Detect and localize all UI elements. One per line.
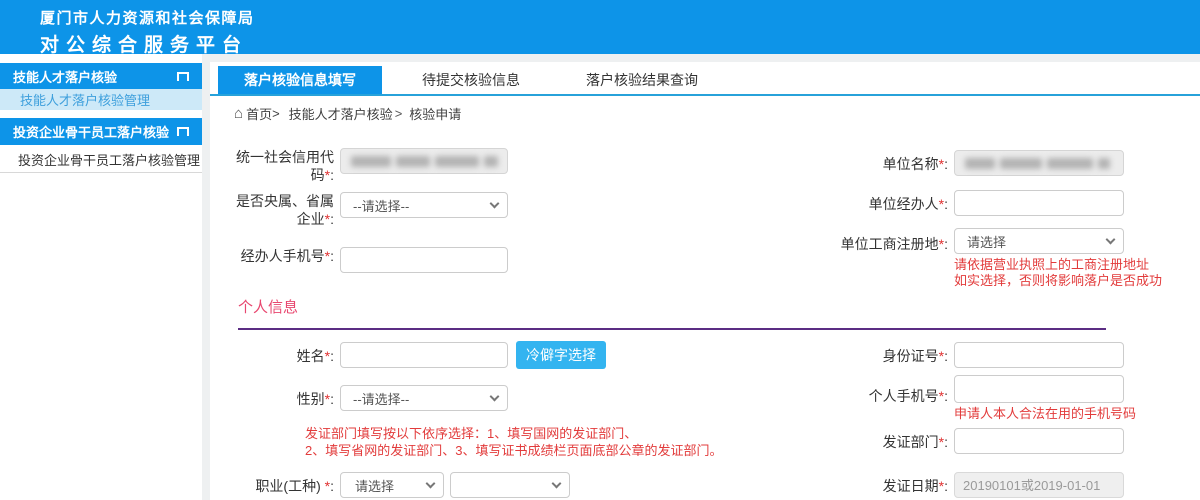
field-row-id-number: 身份证号*: <box>830 342 1124 368</box>
field-row-agent-mobile: 经办人手机号*: <box>230 247 508 273</box>
field-row-issue-date: 发证日期*: <box>830 472 1124 498</box>
main-content: 落户核验信息填写 待提交核验信息 落户核验结果查询 ⌂ 首页> 技能人才落户核验… <box>210 62 1200 500</box>
gender-label: 性别*: <box>230 385 334 408</box>
central-owned-select[interactable]: --请选择-- <box>340 192 508 218</box>
tab-label: 落户核验结果查询 <box>586 72 698 88</box>
id-number-input[interactable] <box>954 342 1124 368</box>
field-row-company-name: 单位名称*: <box>830 150 1124 176</box>
chevron-down-icon <box>490 392 500 402</box>
select-value: --请选择-- <box>353 389 409 408</box>
breadcrumb: ⌂ 首页> 技能人才落户核验 > 核验申请 <box>234 105 461 121</box>
personal-info-section-title: 个人信息 <box>238 296 298 317</box>
sidebar: 技能人才落户核验 技能人才落户核验管理 投资企业骨干员工落户核验 投资企业骨干员… <box>0 54 202 500</box>
field-row-name: 姓名*: 冷僻字选择 <box>230 342 606 369</box>
sidebar-item-skill-talent-parent[interactable]: 技能人才落户核验 <box>0 63 202 89</box>
field-row-issuing-dept: 发证部门*: <box>830 428 1124 454</box>
sidebar-item-label: 技能人才落户核验管理 <box>20 90 150 109</box>
credit-code-field <box>340 148 508 174</box>
rare-character-select-button[interactable]: 冷僻字选择 <box>516 341 606 369</box>
company-name-label: 单位名称*: <box>830 150 948 173</box>
occupation-detail-select[interactable] <box>450 472 570 498</box>
sidebar-item-label: 投资企业骨干员工落户核验 <box>13 122 169 141</box>
name-input[interactable] <box>340 342 508 368</box>
occupation-category-select[interactable]: 请选择 <box>340 472 444 498</box>
breadcrumb-level1[interactable]: 技能人才落户核验 <box>289 104 393 123</box>
field-row-company-agent: 单位经办人*: <box>830 190 1124 216</box>
company-name-field <box>954 150 1124 176</box>
select-value: 请选择 <box>967 232 1006 251</box>
breadcrumb-separator: > <box>395 106 403 121</box>
tab-pending-submit[interactable]: 待提交核验信息 <box>396 66 546 94</box>
issue-date-input[interactable] <box>954 472 1124 498</box>
chevron-down-icon <box>1106 235 1116 245</box>
reg-address-hint-line1: 请依据营业执照上的工商注册地址 <box>954 257 1162 273</box>
redacted-value <box>351 156 498 167</box>
tab-result-query[interactable]: 落户核验结果查询 <box>560 66 724 94</box>
sidebar-item-label: 技能人才落户核验 <box>13 67 117 86</box>
field-row-gender: 性别*: --请选择-- <box>230 385 508 411</box>
tab-label: 落户核验信息填写 <box>244 72 356 88</box>
issuing-dept-note-line2: 2、填写省网的发证部门、3、填写证书成绩栏页面底部公章的发证部门。 <box>305 442 722 459</box>
personal-mobile-hint: 申请人本人合法在用的手机号码 <box>954 406 1136 422</box>
occupation-label: 职业(工种) *: <box>230 472 334 495</box>
tab-fill-check-info[interactable]: 落户核验信息填写 <box>218 66 382 94</box>
personal-mobile-input[interactable] <box>954 375 1124 403</box>
section-divider <box>238 328 1106 330</box>
reg-address-select[interactable]: 请选择 <box>954 228 1124 254</box>
breadcrumb-separator: > <box>272 106 280 121</box>
sidebar-item-invest-staff-manage[interactable]: 投资企业骨干员工落户核验管理 <box>0 147 202 173</box>
gender-select[interactable]: --请选择-- <box>340 385 508 411</box>
chevron-down-icon <box>490 199 500 209</box>
redacted-value <box>965 158 1110 169</box>
agent-mobile-label: 经办人手机号*: <box>236 242 334 265</box>
name-label: 姓名*: <box>230 342 334 365</box>
field-row-credit-code: 统一社会信用代码*: <box>230 148 508 184</box>
issuing-dept-input[interactable] <box>954 428 1124 454</box>
chevron-down-icon <box>426 479 436 489</box>
tab-label: 待提交核验信息 <box>422 72 520 88</box>
app-title-line1: 厦门市人力资源和社会保障局 <box>40 7 255 28</box>
field-row-reg-address: 单位工商注册地*: 请选择 请依据营业执照上的工商注册地址 如实选择，否则将影响… <box>830 228 1162 289</box>
home-icon: ⌂ <box>234 107 243 120</box>
select-value: --请选择-- <box>353 196 409 215</box>
id-number-label: 身份证号*: <box>830 342 948 365</box>
issuing-dept-note: 发证部门填写按以下依序选择：1、填写国网的发证部门、 2、填写省网的发证部门、3… <box>305 425 722 459</box>
chevron-down-icon <box>552 479 562 489</box>
field-row-personal-mobile: 个人手机号*: 申请人本人合法在用的手机号码 <box>830 375 1136 422</box>
field-row-central-owned: 是否央属、省属企业*: --请选择-- <box>230 192 508 228</box>
company-agent-input[interactable] <box>954 190 1124 216</box>
central-owned-label: 是否央属、省属企业*: <box>230 187 334 228</box>
app-header: 厦门市人力资源和社会保障局 对公综合服务平台 <box>0 0 1200 54</box>
sidebar-item-label: 投资企业骨干员工落户核验管理 <box>18 150 200 169</box>
app-title: 厦门市人力资源和社会保障局 对公综合服务平台 <box>40 7 255 57</box>
app-title-line2: 对公综合服务平台 <box>40 30 255 57</box>
breadcrumb-home[interactable]: 首页 <box>246 104 272 123</box>
personal-mobile-label: 个人手机号*: <box>830 375 948 405</box>
folder-icon <box>177 127 189 136</box>
agent-mobile-input[interactable] <box>340 247 508 273</box>
breadcrumb-current: 核验申请 <box>409 104 461 123</box>
reg-address-label: 单位工商注册地*: <box>830 230 948 253</box>
select-value: 请选择 <box>355 476 394 495</box>
field-row-occupation: 职业(工种) *: 请选择 <box>230 472 570 498</box>
sidebar-item-invest-staff-parent[interactable]: 投资企业骨干员工落户核验 <box>0 118 202 145</box>
tab-bar: 落户核验信息填写 待提交核验信息 落户核验结果查询 <box>210 62 1200 96</box>
issuing-dept-note-line1: 发证部门填写按以下依序选择：1、填写国网的发证部门、 <box>305 425 722 442</box>
issue-date-label: 发证日期*: <box>830 472 948 495</box>
credit-code-label: 统一社会信用代码*: <box>230 143 334 184</box>
folder-icon <box>177 72 189 81</box>
reg-address-hint-line2: 如实选择，否则将影响落户是否成功 <box>954 273 1162 289</box>
company-agent-label: 单位经办人*: <box>830 190 948 213</box>
issuing-dept-label: 发证部门*: <box>830 428 948 451</box>
sidebar-item-skill-talent-manage[interactable]: 技能人才落户核验管理 <box>0 89 202 110</box>
